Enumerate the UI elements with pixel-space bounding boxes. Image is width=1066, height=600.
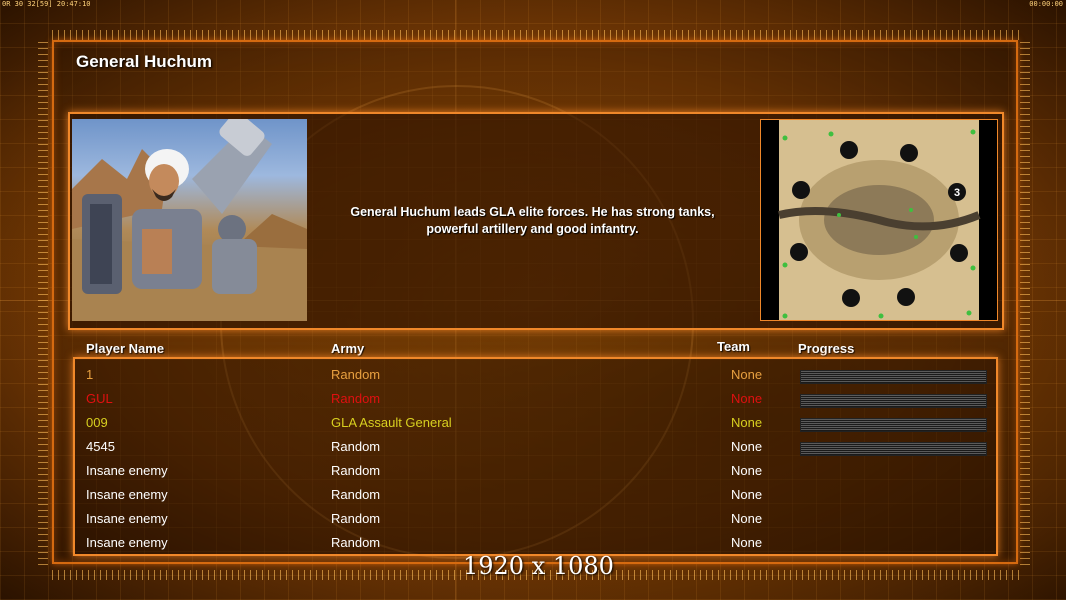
player-team: None <box>731 439 763 454</box>
player-army: Random <box>331 367 381 382</box>
player-row: 1 Random None <box>0 361 1066 385</box>
player-team: None <box>731 391 763 406</box>
map-player-badge: 3 <box>954 187 960 199</box>
column-header-player: Player Name <box>86 341 165 356</box>
player-army: Random <box>331 487 381 502</box>
player-progress-bar <box>800 418 987 432</box>
player-team: None <box>731 367 763 382</box>
player-team: None <box>731 487 763 502</box>
player-team: None <box>731 535 763 550</box>
column-header-progress: Progress <box>798 341 855 356</box>
player-army: GLA Assault General <box>331 415 452 430</box>
player-army: Random <box>331 463 381 478</box>
resolution-label: 1920 x 1080 <box>463 552 614 580</box>
player-row: GUL Random None <box>0 385 1066 409</box>
player-name: Insane enemy <box>86 463 168 478</box>
hud-bar: 0R 30 32[59] 20:47:10 00:00:00 <box>0 0 1066 9</box>
ruler-top <box>52 30 1022 40</box>
general-portrait <box>72 119 307 321</box>
player-row: 4545 Random None <box>0 433 1066 457</box>
player-row: Insane enemy Random None <box>0 505 1066 529</box>
player-name: 1 <box>86 367 94 382</box>
player-row: Insane enemy Random None <box>0 457 1066 481</box>
player-army: Random <box>331 391 381 406</box>
player-team: None <box>731 463 763 478</box>
hud-left-readout: 0R 30 32[59] 20:47:10 <box>2 0 91 8</box>
player-name: 009 <box>86 415 108 430</box>
column-header-army: Army <box>331 341 365 356</box>
general-title: General Huchum <box>76 52 213 71</box>
general-description: General Huchum leads GLA elite forces. H… <box>350 205 715 236</box>
player-name: 4545 <box>86 439 115 454</box>
player-team: None <box>731 511 763 526</box>
player-army: Random <box>331 511 381 526</box>
player-army: Random <box>331 535 381 550</box>
player-name: GUL <box>86 391 113 406</box>
player-progress-bar <box>800 394 987 408</box>
player-team: None <box>731 415 763 430</box>
hud-clock: 00:00:00 <box>1029 0 1063 8</box>
player-progress-bar <box>800 442 987 456</box>
player-army: Random <box>331 439 381 454</box>
player-row: Insane enemy Random None <box>0 481 1066 505</box>
player-progress-bar <box>800 370 987 384</box>
player-row: Insane enemy Random None <box>0 529 1066 553</box>
player-name: Insane enemy <box>86 511 168 526</box>
player-row: 009 GLA Assault General None <box>0 409 1066 433</box>
player-name: Insane enemy <box>86 487 168 502</box>
column-header-team: Team <box>717 339 750 354</box>
map-preview: 3 <box>760 119 998 321</box>
player-name: Insane enemy <box>86 535 168 550</box>
